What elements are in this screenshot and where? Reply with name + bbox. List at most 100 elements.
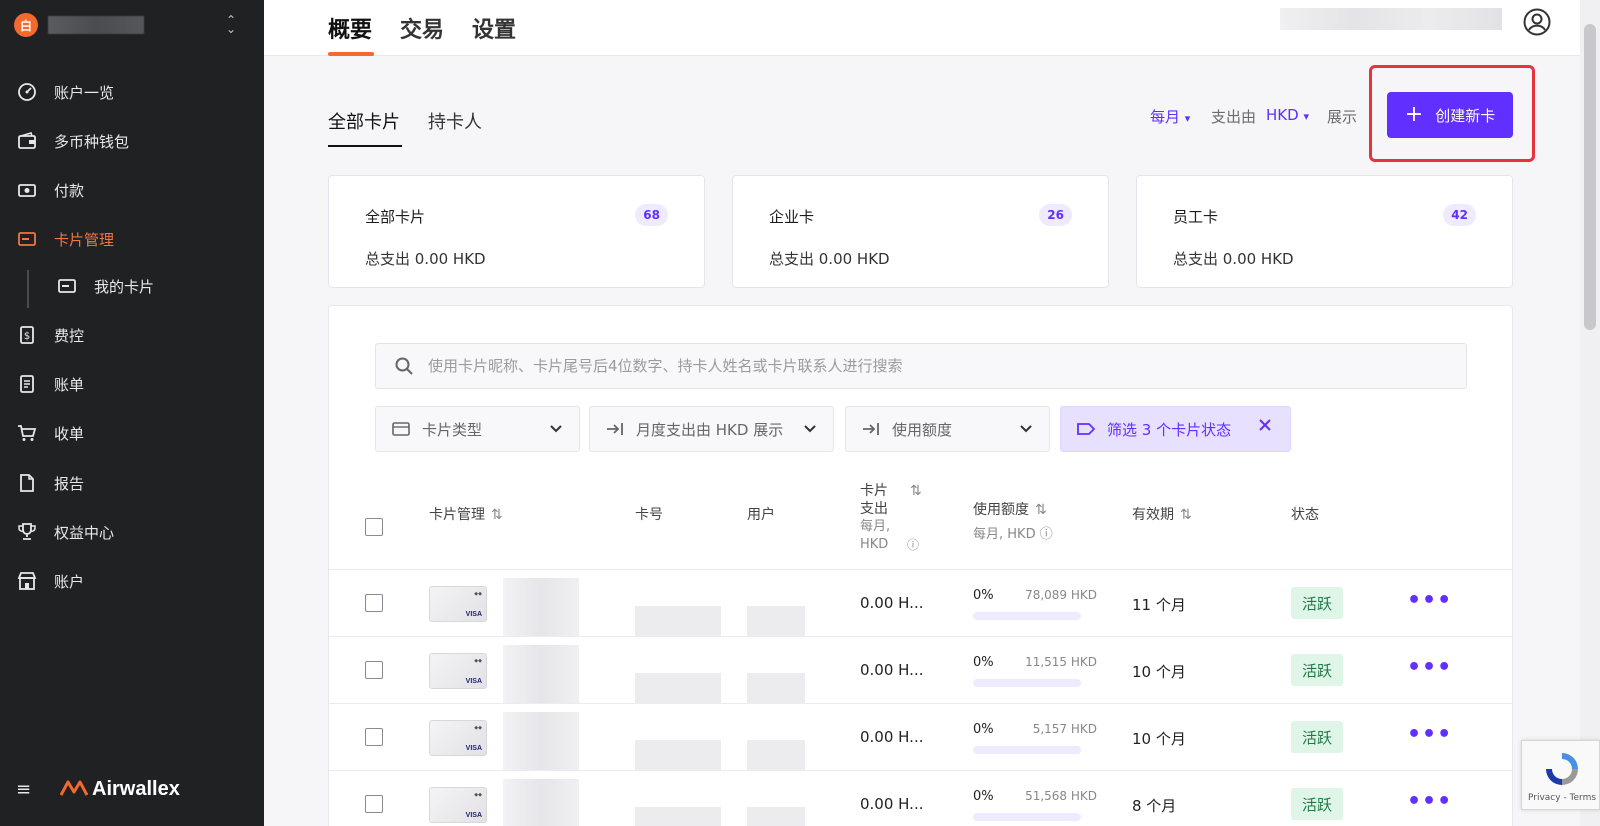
sidebar-item-benefits[interactable]: 权益中心 bbox=[0, 512, 264, 552]
card-nickname-redacted bbox=[503, 578, 579, 636]
usage-limit: 78,089 HKD bbox=[1025, 588, 1097, 602]
sidebar-item-overview[interactable]: 账户一览 bbox=[0, 72, 264, 112]
cart-icon bbox=[17, 423, 37, 443]
usage-progress-bar bbox=[973, 612, 1081, 620]
sidebar-item-reports[interactable]: 报告 bbox=[0, 463, 264, 503]
expense-icon: $ bbox=[17, 325, 37, 345]
period-select[interactable]: 每月 ▾ bbox=[1150, 106, 1190, 127]
user-redacted bbox=[747, 606, 805, 636]
card-number-redacted bbox=[635, 740, 721, 770]
row-checkbox[interactable] bbox=[365, 795, 383, 813]
sidebar-item-label: 报告 bbox=[54, 474, 85, 493]
usage-percent: 0% bbox=[973, 655, 994, 670]
search-input[interactable] bbox=[428, 357, 1428, 375]
sidebar-item-bills[interactable]: 账单 bbox=[0, 364, 264, 404]
currency-select[interactable]: HKD ▾ bbox=[1266, 106, 1309, 124]
stat-title: 全部卡片 bbox=[365, 208, 426, 226]
expiry: 11 个月 bbox=[1132, 596, 1186, 614]
more-options-icon[interactable]: ••• bbox=[1407, 789, 1452, 814]
close-icon[interactable] bbox=[1258, 418, 1272, 436]
more-options-icon[interactable]: ••• bbox=[1407, 722, 1452, 747]
page-scrollbar[interactable] bbox=[1580, 0, 1600, 826]
table-row[interactable]: ◆◆ VISA 0.00 H... 0% 51,568 HKD 8 个月 活跃 •… bbox=[329, 770, 1512, 826]
sidebar-item-acquiring[interactable]: 收单 bbox=[0, 413, 264, 453]
tab-overview[interactable]: 概要 bbox=[328, 12, 372, 44]
user-avatar-icon[interactable] bbox=[1523, 8, 1551, 36]
recaptcha-privacy-links[interactable]: Privacy - Terms bbox=[1528, 793, 1596, 803]
more-options-icon[interactable]: ••• bbox=[1407, 588, 1452, 613]
user-redacted bbox=[747, 673, 805, 703]
header-card-spend[interactable]: 卡片 支出 每月, HKD ⇅ ⓘ bbox=[860, 482, 922, 554]
card-nickname-redacted bbox=[503, 779, 579, 826]
select-all-checkbox[interactable] bbox=[365, 518, 383, 536]
sidebar-item-payments[interactable]: 付款 bbox=[0, 170, 264, 210]
header-label: 使用额度 bbox=[973, 502, 1029, 518]
visa-logo-icon: VISA bbox=[465, 678, 482, 685]
expiry: 10 个月 bbox=[1132, 663, 1186, 681]
row-checkbox[interactable] bbox=[365, 594, 383, 612]
card-icon bbox=[392, 422, 412, 436]
subtab-all-cards[interactable]: 全部卡片 bbox=[328, 108, 400, 134]
usage-limit-filter[interactable]: 使用额度 bbox=[845, 406, 1050, 452]
sidebar-item-label: 账户一览 bbox=[54, 83, 115, 102]
stat-total: 总支出 0.00 HKD bbox=[365, 250, 486, 268]
recaptcha-badge[interactable]: Privacy - Terms bbox=[1521, 740, 1600, 810]
tab-settings[interactable]: 设置 bbox=[472, 12, 516, 44]
card-brand-mark-icon: ◆◆ bbox=[474, 658, 482, 664]
monthly-spend-filter[interactable]: 月度支出由 HKD 展示 bbox=[589, 406, 834, 452]
sidebar-item-expense[interactable]: $ 费控 bbox=[0, 315, 264, 355]
header-user: 用户 bbox=[747, 504, 775, 524]
usage-percent: 0% bbox=[973, 722, 994, 737]
spend-by-label: 支出由 bbox=[1211, 108, 1257, 126]
table-row[interactable]: ◆◆ VISA 0.00 H... 0% 11,515 HKD 10 个月 活跃 … bbox=[329, 636, 1512, 703]
workspace-switcher[interactable]: 白 ⌃ ⌄ bbox=[14, 12, 250, 38]
sidebar-item-account[interactable]: 账户 bbox=[0, 561, 264, 601]
scrollbar-thumb[interactable] bbox=[1584, 24, 1596, 330]
card-number-redacted bbox=[635, 807, 721, 826]
card-number-redacted bbox=[635, 673, 721, 703]
chevron-down-icon bbox=[549, 421, 563, 439]
usage-progress-bar bbox=[973, 746, 1081, 754]
header-card-number: 卡号 bbox=[635, 504, 663, 524]
usage-progress-bar bbox=[973, 679, 1081, 687]
header-usage-limit[interactable]: 使用额度 ⇅ 每月, HKD ⓘ bbox=[973, 499, 1053, 542]
create-card-button[interactable]: + 创建新卡 bbox=[1387, 92, 1513, 138]
tab-transactions[interactable]: 交易 bbox=[400, 12, 444, 44]
stat-card-corporate[interactable]: 企业卡 26 总支出 0.00 HKD bbox=[732, 175, 1109, 288]
sidebar-item-wallet[interactable]: 多币种钱包 bbox=[0, 121, 264, 161]
table-row[interactable]: ◆◆ VISA 0.00 H... 0% 78,089 HKD 11 个月 活跃 … bbox=[329, 569, 1512, 636]
header-expiry[interactable]: 有效期 ⇅ bbox=[1132, 504, 1192, 524]
row-checkbox[interactable] bbox=[365, 728, 383, 746]
stat-total: 总支出 0.00 HKD bbox=[769, 250, 890, 268]
card-type-filter[interactable]: 卡片类型 bbox=[375, 406, 580, 452]
subtab-cardholders[interactable]: 持卡人 bbox=[428, 108, 482, 134]
more-options-icon[interactable]: ••• bbox=[1407, 655, 1452, 680]
usage-limit: 5,157 HKD bbox=[1032, 722, 1097, 736]
status-badge: 活跃 bbox=[1291, 587, 1343, 619]
stat-total: 总支出 0.00 HKD bbox=[1173, 250, 1294, 268]
usage-percent: 0% bbox=[973, 588, 994, 603]
stat-card-employee[interactable]: 员工卡 42 总支出 0.00 HKD bbox=[1136, 175, 1513, 288]
cards-panel: 卡片类型 月度支出由 HKD 展示 使用额度 筛选 3 个卡片状态 bbox=[328, 305, 1513, 826]
info-icon: ⓘ bbox=[1039, 527, 1053, 542]
expiry: 10 个月 bbox=[1132, 730, 1186, 748]
currency-label: HKD bbox=[1266, 106, 1299, 124]
airwallex-logo-icon bbox=[59, 779, 89, 801]
count-badge: 42 bbox=[1443, 204, 1476, 226]
usage-limit: 51,568 HKD bbox=[1025, 789, 1097, 803]
table-row[interactable]: ◆◆ VISA 0.00 H... 0% 5,157 HKD 10 个月 活跃 •… bbox=[329, 703, 1512, 770]
dashboard-icon bbox=[17, 82, 37, 102]
header-card[interactable]: 卡片管理 ⇅ bbox=[429, 504, 503, 524]
visa-logo-icon: VISA bbox=[465, 611, 482, 618]
sort-icon: ⇅ bbox=[910, 483, 922, 499]
sidebar-item-my-cards[interactable]: 我的卡片 bbox=[0, 266, 264, 306]
status-filter-chip[interactable]: 筛选 3 个卡片状态 bbox=[1060, 406, 1291, 452]
search-box[interactable] bbox=[375, 343, 1467, 389]
row-checkbox[interactable] bbox=[365, 661, 383, 679]
arrow-to-bar-icon bbox=[862, 422, 882, 436]
menu-icon[interactable]: ≡ bbox=[16, 779, 38, 800]
stat-card-all[interactable]: 全部卡片 68 总支出 0.00 HKD bbox=[328, 175, 705, 288]
sidebar-item-card-management[interactable]: 卡片管理 bbox=[0, 219, 264, 259]
sort-icon: ⇅ bbox=[1035, 502, 1047, 518]
sidebar-item-label: 收单 bbox=[54, 424, 85, 443]
